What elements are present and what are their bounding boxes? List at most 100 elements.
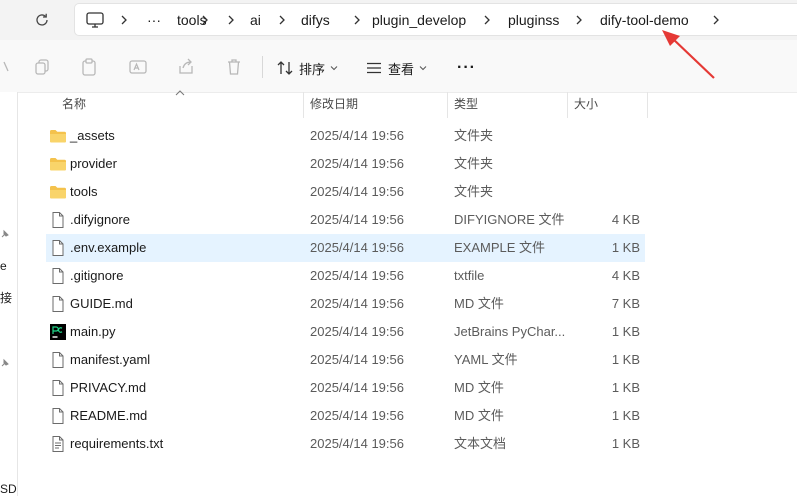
file-size: 4 KB [611, 268, 640, 283]
file-modified-date: 2025/4/14 19:56 [310, 156, 404, 171]
paste-icon[interactable] [80, 58, 98, 76]
file-row[interactable]: .gitignore 2025/4/14 19:56 txtfile 4 KB [46, 262, 645, 290]
file-name: main.py [70, 324, 116, 339]
breadcrumb-pluginss[interactable]: pluginss [508, 4, 559, 37]
sort-button[interactable]: 排序 [277, 54, 338, 82]
file-row[interactable]: PRIVACY.md 2025/4/14 19:56 MD 文件 1 KB [46, 374, 645, 402]
file-row[interactable]: requirements.txt 2025/4/14 19:56 文本文档 1 KB [46, 430, 645, 458]
file-row[interactable]: provider 2025/4/14 19:56 文件夹 [46, 150, 645, 178]
column-divider[interactable] [303, 92, 304, 118]
file-row[interactable]: README.md 2025/4/14 19:56 MD 文件 1 KB [46, 402, 645, 430]
chevron-right-icon [576, 15, 582, 25]
file-modified-date: 2025/4/14 19:56 [310, 240, 404, 255]
file-type: 文件夹 [454, 156, 494, 171]
more-options-button[interactable]: ··· [457, 54, 476, 82]
file-modified-date: 2025/4/14 19:56 [310, 212, 404, 227]
file-row[interactable]: GUIDE.md 2025/4/14 19:56 MD 文件 7 KB [46, 290, 645, 318]
view-button[interactable]: 查看 [366, 54, 427, 82]
command-bar: 排序 查看 ··· [0, 40, 797, 93]
column-header-size[interactable]: 大小 [574, 92, 598, 118]
column-divider[interactable] [567, 92, 568, 118]
file-type: YAML 文件 [454, 352, 518, 367]
folder-icon [49, 183, 67, 201]
view-label: 查看 [388, 61, 415, 77]
cut-icon[interactable] [0, 58, 12, 76]
file-modified-date: 2025/4/14 19:56 [310, 184, 404, 199]
chevron-right-icon [279, 15, 285, 25]
file-size: 1 KB [611, 352, 640, 367]
breadcrumb-tools[interactable]: tools [177, 4, 207, 37]
refresh-button[interactable] [28, 6, 56, 34]
file-modified-date: 2025/4/14 19:56 [310, 296, 404, 311]
file-size: 1 KB [611, 380, 640, 395]
file-modified-date: 2025/4/14 19:56 [310, 352, 404, 367]
file-row[interactable]: .difyignore 2025/4/14 19:56 DIFYIGNORE 文件 4… [46, 206, 645, 234]
file-modified-date: 2025/4/14 19:56 [310, 436, 404, 451]
file-row[interactable]: .env.example 2025/4/14 19:56 EXAMPLE 文件 1 K… [46, 234, 645, 262]
file-size: 4 KB [611, 212, 640, 227]
file-list: 名称 修改日期 类型 大小 _assets 2025/4/14 19:56 文件夹 p… [18, 90, 797, 496]
chevron-right-icon [121, 15, 127, 25]
file-name: .gitignore [70, 268, 124, 283]
file-row[interactable]: _assets 2025/4/14 19:56 文件夹 [46, 122, 645, 150]
file-modified-date: 2025/4/14 19:56 [310, 408, 404, 423]
this-pc-icon[interactable] [86, 12, 104, 28]
nav-item-fragment[interactable]: SD [0, 482, 17, 496]
file-modified-date: 2025/4/14 19:56 [310, 268, 404, 283]
file-size: 1 KB [611, 324, 640, 339]
rename-icon[interactable] [129, 58, 147, 76]
chevron-right-icon[interactable] [710, 14, 722, 26]
breadcrumb-overflow[interactable]: ··· [147, 4, 161, 37]
column-header-name[interactable]: 名称 [62, 92, 86, 118]
breadcrumb-ai[interactable]: ai [250, 4, 261, 37]
file-size: 1 KB [611, 240, 640, 255]
file-type: txtfile [454, 268, 485, 283]
column-header-date[interactable]: 修改日期 [310, 92, 358, 118]
file-name: _assets [70, 128, 115, 143]
share-icon[interactable] [177, 58, 195, 76]
file-icon [49, 351, 67, 369]
file-size [568, 150, 640, 178]
file-type: 文本文档 [454, 436, 507, 451]
file-explorer-window: ··· tools ai difys plugin_develop plugin… [0, 0, 797, 496]
nav-item-fragment[interactable]: 接 [0, 289, 12, 306]
sort-icon [277, 61, 293, 75]
file-type: JetBrains PyChar... [454, 324, 566, 339]
view-list-icon [367, 62, 381, 74]
file-type: MD 文件 [454, 380, 504, 395]
column-header-type[interactable]: 类型 [454, 92, 478, 118]
address-bar[interactable]: ··· tools ai difys plugin_develop plugin… [74, 3, 797, 36]
file-type: DIFYIGNORE 文件 [454, 212, 565, 227]
file-name: tools [70, 184, 98, 199]
breadcrumb-difys[interactable]: difys [301, 4, 330, 37]
file-icon [49, 379, 67, 397]
toolbar-divider [262, 56, 263, 78]
file-name: .env.example [70, 240, 147, 255]
sort-label: 排序 [299, 61, 326, 77]
copy-icon[interactable] [33, 58, 51, 76]
file-size: 7 KB [611, 296, 640, 311]
chevron-right-icon [228, 15, 234, 25]
file-type: 文件夹 [454, 184, 494, 199]
file-row[interactable]: tools 2025/4/14 19:56 文件夹 [46, 178, 645, 206]
chevron-down-icon [330, 66, 338, 71]
nav-item-fragment[interactable]: e [0, 259, 7, 273]
folder-icon [49, 127, 67, 145]
chevron-right-icon [354, 15, 360, 25]
file-icon [49, 295, 67, 313]
breadcrumb-plugin-develop[interactable]: plugin_develop [372, 4, 466, 37]
pin-icon [1, 358, 9, 367]
file-modified-date: 2025/4/14 19:56 [310, 380, 404, 395]
file-row[interactable]: manifest.yaml 2025/4/14 19:56 YAML 文件 1 KB [46, 346, 645, 374]
file-name: manifest.yaml [70, 352, 151, 367]
file-size [568, 122, 640, 150]
file-name: PRIVACY.md [70, 380, 147, 395]
chevron-down-icon [419, 66, 427, 71]
breadcrumb-dify-tool-demo[interactable]: dify-tool-demo [600, 4, 689, 37]
file-icon [49, 239, 67, 257]
file-row[interactable]: main.py 2025/4/14 19:56 JetBrains PyChar..… [46, 318, 645, 346]
delete-icon[interactable] [225, 58, 243, 76]
column-divider[interactable] [447, 92, 448, 118]
column-divider[interactable] [647, 92, 648, 118]
file-size: 1 KB [611, 436, 640, 451]
